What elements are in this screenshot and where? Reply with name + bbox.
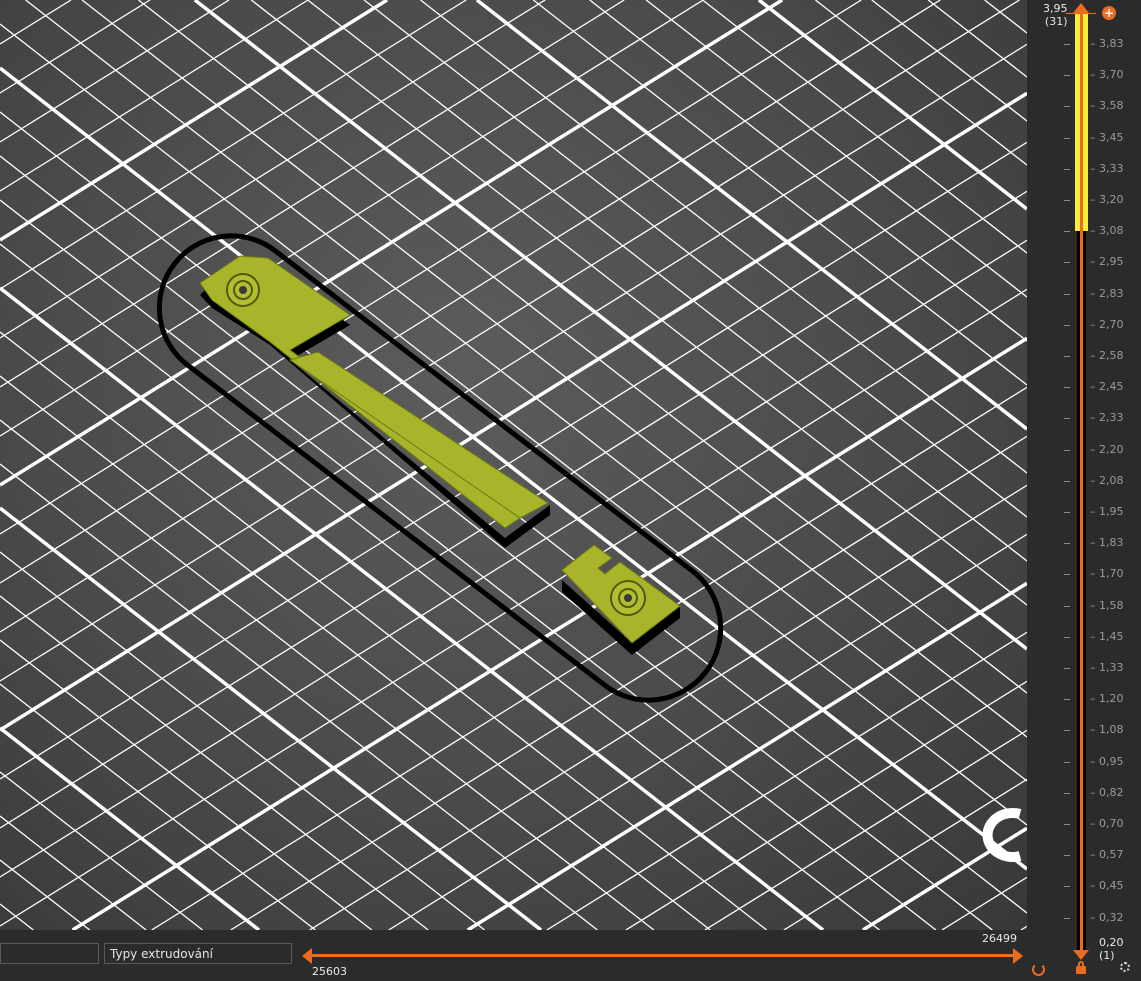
layer-tick-mark — [1064, 605, 1070, 607]
layer-tick-label: 0,70 — [1090, 817, 1124, 830]
add-color-change-icon[interactable]: + — [1102, 6, 1116, 20]
cog-icon[interactable] — [1120, 962, 1130, 972]
layer-tick-mark — [1064, 699, 1070, 701]
move-slider-right-value: 26499 — [982, 932, 1017, 945]
top-thumb[interactable] — [1073, 3, 1089, 13]
move-slider-track[interactable] — [310, 954, 1015, 957]
layer-tick-label: 2,33 — [1090, 411, 1124, 424]
bottom-toolbar: Typy extrudování 25603 26499 — [0, 930, 1027, 981]
layer-tick-mark — [1064, 886, 1070, 888]
layer-tick-mark — [1064, 512, 1070, 513]
top-layer-height: 3,95 — [1043, 2, 1068, 15]
layer-tick-label: 1,95 — [1090, 505, 1124, 518]
lock-shackle — [1078, 961, 1084, 967]
view-type-select[interactable]: Typy extrudování — [104, 943, 292, 964]
bottom-layer-number: (1) — [1099, 949, 1115, 962]
layer-tick-mark — [1064, 449, 1070, 451]
bottom-layer-height: 0,20 — [1099, 936, 1124, 949]
layer-slider-range-center — [1080, 12, 1083, 231]
layer-tick-label: 3,20 — [1090, 193, 1124, 206]
layer-tick-label: 2,70 — [1090, 318, 1124, 331]
reset-icon[interactable] — [1032, 963, 1045, 976]
move-slider-right-thumb[interactable] — [1013, 948, 1023, 964]
layer-tick-mark — [1064, 855, 1070, 857]
layer-tick-mark — [1064, 792, 1070, 794]
layer-tick-label: 3,70 — [1090, 68, 1124, 81]
layer-tick-mark — [1064, 917, 1070, 919]
layer-tick-label: 1,33 — [1090, 661, 1124, 674]
layer-tick-mark — [1064, 761, 1070, 763]
layer-tick-mark — [1064, 231, 1070, 233]
move-slider-left-thumb[interactable] — [302, 948, 312, 964]
top-thumb-line — [1066, 13, 1096, 14]
layer-tick-label: 0,45 — [1090, 879, 1124, 892]
layer-tick-label: 2,20 — [1090, 443, 1124, 456]
layer-tick-mark — [1064, 168, 1070, 170]
layer-tick-mark — [1064, 324, 1070, 326]
bottom-thumb[interactable] — [1073, 950, 1089, 960]
layer-tick-label: 2,95 — [1090, 255, 1124, 268]
layer-tick-label: 3,08 — [1090, 224, 1124, 237]
lock-icon[interactable] — [1076, 966, 1086, 974]
layer-tick-label: 3,33 — [1090, 162, 1124, 175]
layer-tick-label: 1,70 — [1090, 567, 1124, 580]
layer-tick-label: 1,20 — [1090, 692, 1124, 705]
layer-tick-label: 2,08 — [1090, 474, 1124, 487]
layer-tick-label: 1,08 — [1090, 723, 1124, 736]
layer-tick-label: 0,95 — [1090, 755, 1124, 768]
layer-tick-mark — [1064, 730, 1070, 732]
layer-tick-mark — [1064, 356, 1070, 357]
legend-field[interactable] — [0, 943, 99, 964]
layer-tick-label: 0,32 — [1090, 911, 1124, 924]
layer-tick-mark — [1064, 137, 1070, 139]
layer-tick-mark — [1064, 543, 1070, 545]
layer-slider-lower-line — [1080, 231, 1083, 950]
layer-tick-label: 2,58 — [1090, 349, 1124, 362]
layer-tick-label: 3,45 — [1090, 131, 1124, 144]
layer-tick-mark — [1064, 44, 1070, 45]
long-arm-part — [199, 255, 550, 548]
layer-tick-label: 3,58 — [1090, 99, 1124, 112]
layer-tick-mark — [1064, 574, 1070, 576]
layer-tick-label: 2,45 — [1090, 380, 1124, 393]
layer-tick-mark — [1064, 75, 1070, 77]
layer-tick-label: 1,45 — [1090, 630, 1124, 643]
layer-tick-mark — [1064, 824, 1070, 825]
top-layer-number: (31) — [1044, 15, 1068, 28]
layer-tick-mark — [1064, 262, 1070, 264]
layer-tick-mark — [1064, 387, 1070, 389]
layer-tick-label: 1,83 — [1090, 536, 1124, 549]
layer-tick-label: 0,82 — [1090, 786, 1124, 799]
bed-logo — [982, 808, 1022, 862]
layer-tick-label: 1,58 — [1090, 599, 1124, 612]
small-bracket-part — [561, 544, 681, 655]
layer-tick-mark — [1064, 480, 1070, 482]
layer-tick-mark — [1064, 293, 1070, 295]
layer-tick-mark — [1064, 668, 1070, 669]
layer-tick-mark — [1064, 636, 1070, 638]
layer-tick-mark — [1064, 200, 1070, 201]
print-objects — [156, 233, 1022, 862]
3d-preview-canvas[interactable] — [0, 0, 1027, 930]
layer-tick-label: 3,83 — [1090, 37, 1124, 50]
move-slider-left-value: 25603 — [312, 965, 347, 978]
layer-tick-mark — [1064, 418, 1070, 420]
layer-tick-mark — [1064, 106, 1070, 108]
layer-tick-label: 2,83 — [1090, 287, 1124, 300]
layer-tick-label: 0,57 — [1090, 848, 1124, 861]
